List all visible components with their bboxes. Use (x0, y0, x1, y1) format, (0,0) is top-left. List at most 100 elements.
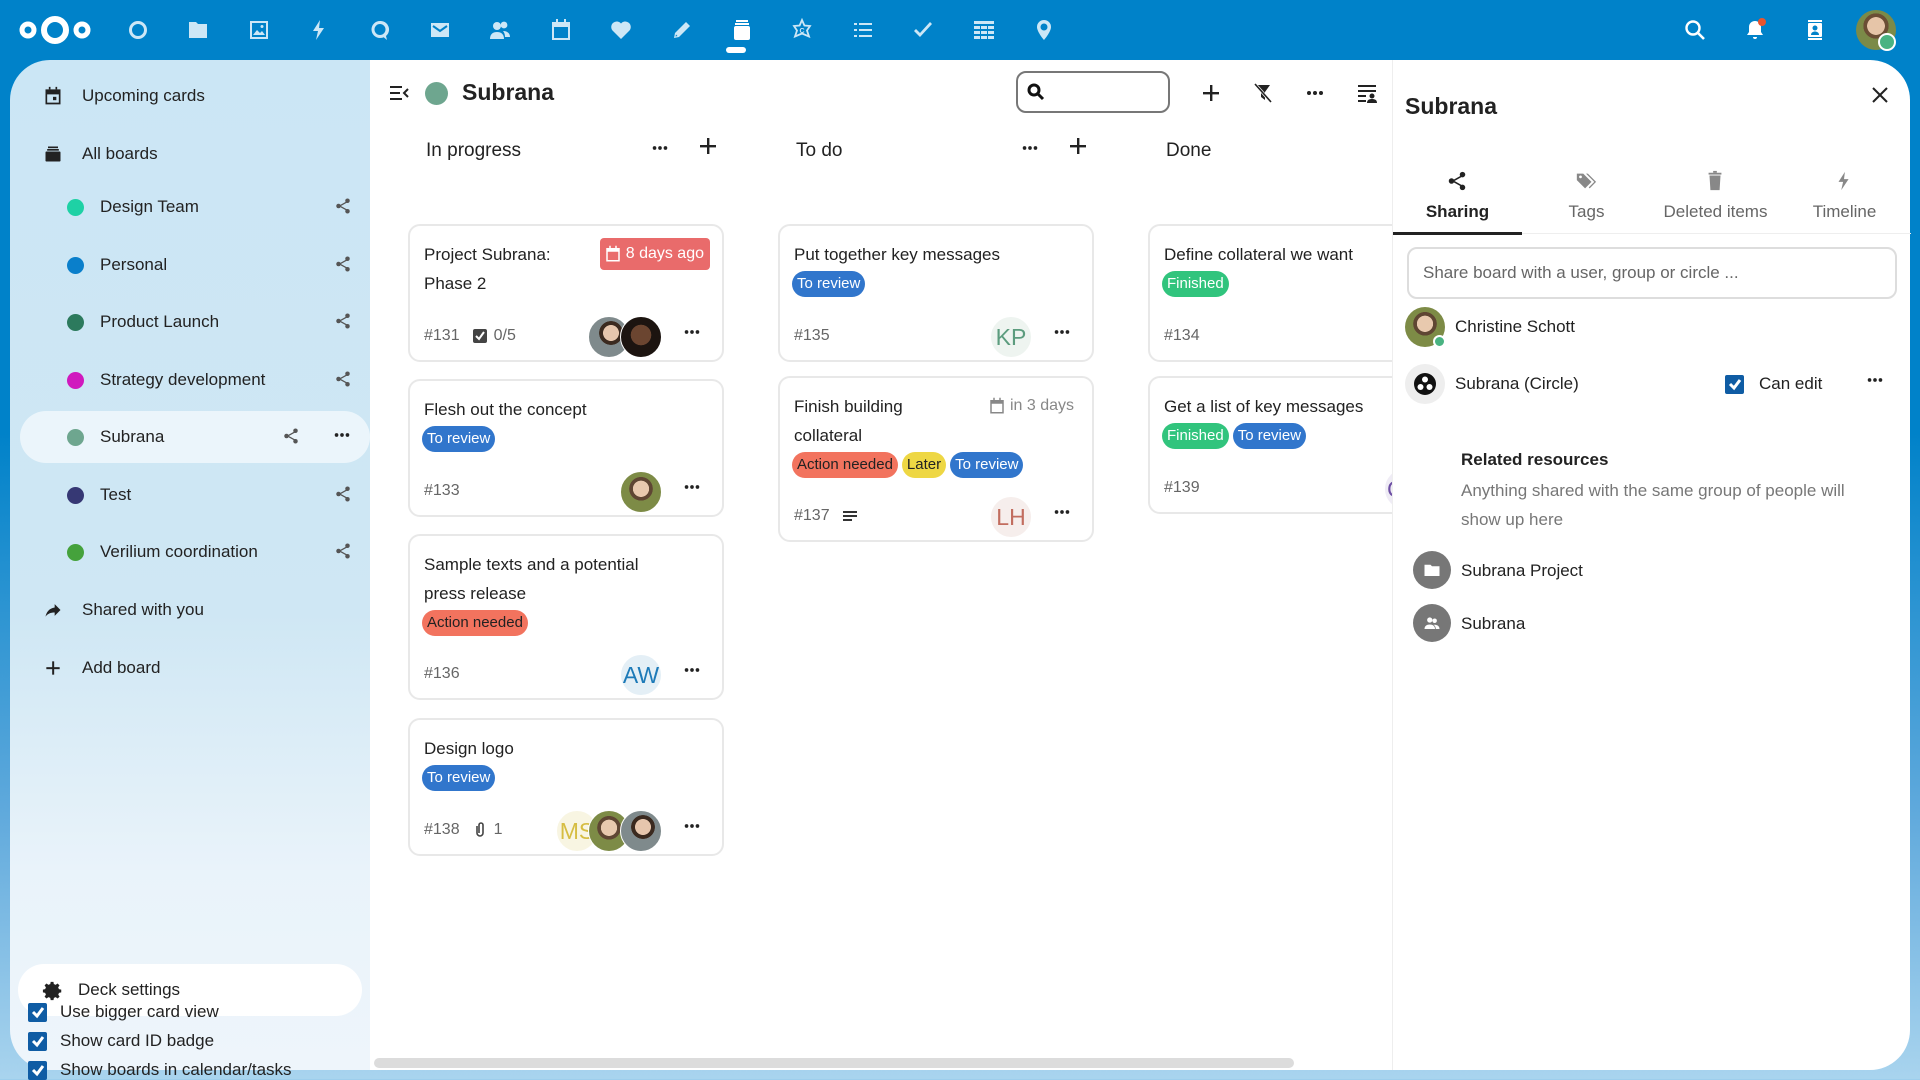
label-tag[interactable]: To review (422, 426, 496, 452)
app-activity[interactable] (304, 15, 334, 45)
share-board-input[interactable] (1407, 247, 1897, 299)
assignee-avatar[interactable]: OG (1384, 468, 1392, 510)
app-files[interactable] (183, 15, 213, 45)
card[interactable]: Sample texts and a potential press releas… (408, 534, 724, 700)
nav-upcoming-cards[interactable]: Upcoming cards (22, 72, 362, 120)
setting-checkbox[interactable]: Use bigger card view (28, 1000, 219, 1024)
board-search-input[interactable] (1052, 81, 1162, 103)
board-share-button[interactable] (282, 427, 302, 447)
sidebar-board-item[interactable]: Design Team (20, 181, 370, 233)
stack-more-button[interactable] (1016, 138, 1044, 166)
checkbox-checked[interactable] (28, 1002, 47, 1022)
board-share-button[interactable] (334, 312, 354, 332)
setting-checkbox[interactable]: Show boards in calendar/tasks (28, 1058, 292, 1080)
assignee-avatar[interactable]: KP (990, 316, 1032, 358)
label-tag[interactable]: Finished (1162, 271, 1229, 297)
add-list-button[interactable] (1194, 76, 1228, 110)
card[interactable]: Finish building collateral in 3 days Actio… (778, 376, 1094, 542)
tab-deleted-items[interactable]: Deleted items (1651, 160, 1780, 234)
label-tag[interactable]: Action needed (792, 452, 898, 478)
app-photos[interactable] (244, 15, 274, 45)
label-tag[interactable]: To review (1232, 423, 1307, 449)
label-tag[interactable]: To review (422, 765, 496, 791)
card[interactable]: Get a list of key messages Finished To re… (1148, 376, 1392, 514)
due-date-badge[interactable]: in 3 days (984, 390, 1080, 422)
app-contacts[interactable] (485, 15, 515, 45)
card-more-button[interactable] (678, 816, 706, 844)
nextcloud-logo[interactable] (18, 13, 92, 47)
card[interactable]: Define collateral we want Finished #134 (1148, 224, 1392, 362)
nav-all-boards[interactable]: All boards (22, 130, 362, 178)
card-more-button[interactable] (678, 660, 706, 688)
board-search-field[interactable] (1016, 71, 1170, 113)
card[interactable]: Design logo To review #138 1 MS (408, 718, 724, 856)
assignee-avatar[interactable] (620, 316, 662, 358)
app-tables[interactable] (969, 15, 999, 45)
app-calendar[interactable] (546, 15, 576, 45)
app-done[interactable] (908, 15, 938, 45)
setting-checkbox[interactable]: Show card ID badge (28, 1029, 214, 1053)
sidebar-board-item[interactable]: Strategy development (20, 354, 370, 406)
checkbox-checked[interactable] (1725, 374, 1744, 394)
app-favorites[interactable] (606, 15, 636, 45)
card[interactable]: Flesh out the concept To review #133 (408, 379, 724, 517)
card-more-button[interactable] (1048, 322, 1076, 350)
tab-timeline[interactable]: Timeline (1780, 160, 1909, 234)
app-notes[interactable] (667, 15, 697, 45)
nav-shared-with-you[interactable]: Shared with you (22, 586, 362, 634)
tab-sharing[interactable]: Sharing (1393, 160, 1522, 235)
resource-item[interactable]: Subrana (1413, 604, 1873, 644)
horizontal-scrollbar[interactable] (374, 1058, 1294, 1068)
board-share-button[interactable] (334, 485, 354, 505)
sidebar-board-item[interactable]: Product Launch (20, 296, 370, 348)
board-share-button[interactable] (334, 197, 354, 217)
contacts-menu-button[interactable] (1800, 15, 1830, 45)
card[interactable]: Project Subrana: Phase 2 8 days ago #131 0… (408, 224, 724, 362)
board-share-button[interactable] (334, 255, 354, 275)
unified-search-button[interactable] (1680, 15, 1710, 45)
app-tasks[interactable] (848, 15, 878, 45)
app-dashboard[interactable] (123, 15, 153, 45)
app-mail[interactable] (425, 15, 455, 45)
assignee-avatar[interactable]: LH (990, 496, 1032, 538)
add-board-button[interactable]: Add board (22, 644, 362, 692)
card-more-button[interactable] (1048, 502, 1076, 530)
checkbox-checked[interactable] (28, 1060, 47, 1080)
label-tag[interactable]: Later (901, 452, 947, 478)
stack-more-button[interactable] (646, 138, 674, 166)
can-edit-checkbox[interactable]: Can edit (1725, 374, 1822, 394)
card-more-button[interactable] (678, 477, 706, 505)
board-share-button[interactable] (334, 370, 354, 390)
app-recognize[interactable]: C (787, 15, 817, 45)
card-more-button[interactable] (678, 322, 706, 350)
due-date-badge[interactable]: 8 days ago (599, 238, 710, 270)
board-more-actions-button[interactable] (1298, 76, 1332, 110)
sidebar-board-item[interactable]: Personal (20, 239, 370, 291)
sidebar-board-item[interactable]: Subrana (20, 411, 370, 463)
assignee-avatar[interactable] (620, 471, 662, 513)
add-card-button[interactable] (694, 134, 722, 162)
toggle-navigation-button[interactable] (388, 82, 410, 104)
assignee-avatar[interactable] (620, 810, 662, 852)
app-maps[interactable] (1029, 15, 1059, 45)
label-tag[interactable]: Action needed (422, 610, 528, 636)
add-card-button[interactable] (1064, 134, 1092, 162)
board-share-button[interactable] (334, 542, 354, 562)
sidebar-board-item[interactable]: Verilium coordination (20, 526, 370, 578)
close-panel-button[interactable] (1863, 78, 1897, 112)
card[interactable]: Put together key messages To review #135… (778, 224, 1094, 362)
label-tag[interactable]: To review (950, 452, 1024, 478)
assignee-avatar[interactable]: AW (620, 654, 662, 696)
checkbox-checked[interactable] (28, 1031, 47, 1051)
app-talk[interactable] (365, 15, 395, 45)
sidebar-board-item[interactable]: Test (20, 469, 370, 521)
clear-filter-button[interactable] (1246, 76, 1280, 110)
resource-item[interactable]: Subrana Project (1413, 551, 1873, 591)
board-details-button[interactable] (1350, 76, 1384, 110)
label-tag[interactable]: Finished (1162, 423, 1229, 449)
tab-tags[interactable]: Tags (1522, 160, 1651, 234)
board-more-button[interactable] (330, 425, 354, 449)
app-deck[interactable] (727, 15, 757, 45)
notifications-button[interactable] (1740, 15, 1770, 45)
sharee-more-button[interactable] (1861, 370, 1889, 398)
